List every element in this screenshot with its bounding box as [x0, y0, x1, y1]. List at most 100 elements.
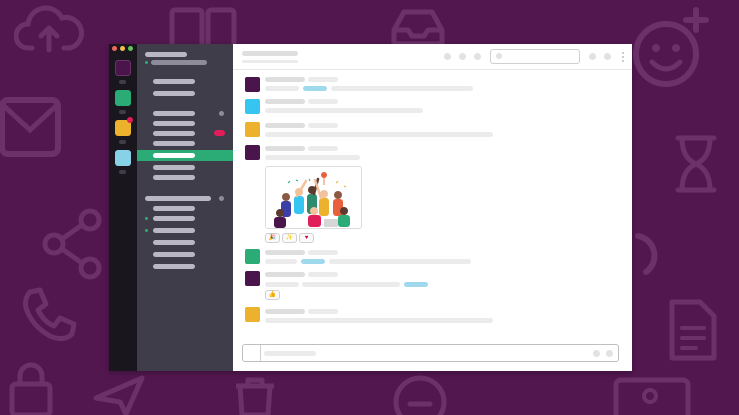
workspace-rail: [109, 44, 137, 371]
avatar[interactable]: [245, 122, 260, 137]
share-icon: [40, 208, 104, 280]
message-text: [265, 155, 360, 160]
message-timestamp: [308, 250, 338, 255]
workspace-shortcut: [119, 140, 126, 144]
minimize-window-button[interactable]: [120, 46, 125, 51]
message-timestamp: [308, 77, 338, 82]
message-input[interactable]: [264, 351, 316, 356]
mentions-icon[interactable]: [589, 53, 596, 60]
team-celebration-illustration: [266, 167, 361, 228]
composer-divider: [260, 345, 261, 361]
channel-sidebar: [137, 44, 233, 371]
active-channel-label: [153, 153, 195, 158]
sidebar-channel[interactable]: [153, 165, 195, 170]
mail-icon: [0, 94, 62, 160]
workspace-name[interactable]: [145, 52, 187, 57]
message-link[interactable]: [404, 282, 428, 287]
sidebar-channel[interactable]: [153, 111, 195, 116]
sidebar-section-direct-messages[interactable]: [145, 196, 211, 201]
mention-icon[interactable]: [593, 350, 600, 357]
more-options-icon[interactable]: [622, 52, 624, 62]
message-author[interactable]: [265, 123, 305, 128]
section-icon: [219, 196, 224, 201]
workspace-notification-badge: [127, 117, 133, 123]
cloud-upload-icon: [14, 4, 84, 56]
reaction-chip[interactable]: 🎉: [265, 233, 280, 243]
inbox-icon: [388, 8, 448, 46]
sidebar-item-mentions[interactable]: [153, 91, 195, 96]
workspace-icon-4[interactable]: [115, 150, 131, 166]
reaction-chip[interactable]: ♥: [299, 233, 314, 243]
document-icon: [668, 298, 718, 362]
unread-badge: [214, 130, 225, 136]
trash-icon: [232, 376, 278, 415]
sidebar-dm[interactable]: [153, 206, 195, 211]
image-attachment[interactable]: [265, 166, 362, 229]
sidebar-dm[interactable]: [153, 264, 195, 269]
sidebar-channel[interactable]: [153, 121, 195, 126]
hourglass-icon: [672, 134, 720, 194]
settings-icon[interactable]: [474, 53, 481, 60]
user-name: [151, 60, 207, 65]
message-timestamp: [308, 309, 338, 314]
avatar[interactable]: [245, 145, 260, 160]
avatar[interactable]: [245, 99, 260, 114]
message-composer[interactable]: [242, 344, 619, 362]
message-author[interactable]: [265, 272, 305, 277]
channel-title[interactable]: [242, 51, 298, 56]
window-controls: [112, 46, 133, 51]
avatar[interactable]: [245, 249, 260, 264]
channel-header: [233, 44, 632, 70]
message-text: [265, 132, 493, 137]
message-timestamp: [308, 99, 338, 104]
avatar[interactable]: [245, 307, 260, 322]
message-author[interactable]: [265, 309, 305, 314]
attach-icon[interactable]: [248, 350, 255, 357]
message-author[interactable]: [265, 146, 305, 151]
close-window-button[interactable]: [112, 46, 117, 51]
workspace-icon-2[interactable]: [115, 90, 131, 106]
main-pane: 🎉 ✨ ♥ 👍: [233, 44, 632, 371]
message-author[interactable]: [265, 99, 305, 104]
reaction-chip[interactable]: ✨: [282, 233, 297, 243]
sidebar-channel[interactable]: [153, 141, 195, 146]
maximize-window-button[interactable]: [128, 46, 133, 51]
promo-background: { "colors": { "background": "#52174f", "…: [0, 0, 739, 415]
message-link[interactable]: [303, 86, 327, 91]
workspace-shortcut: [119, 80, 126, 84]
presence-indicator: [145, 229, 148, 232]
sidebar-dm[interactable]: [153, 252, 195, 257]
reaction-chip[interactable]: 👍: [265, 290, 280, 300]
message-text: [329, 259, 471, 264]
message-text: [265, 86, 299, 91]
search-input[interactable]: [490, 49, 580, 64]
emoji-picker-icon[interactable]: [606, 350, 613, 357]
avatar[interactable]: [245, 271, 260, 286]
sidebar-channel[interactable]: [153, 131, 195, 136]
workspace-shortcut: [119, 170, 126, 174]
clipboard-icon: [168, 6, 238, 46]
emoji-icon: [392, 374, 448, 415]
workspace-shortcut: [119, 110, 126, 114]
message-text: [265, 108, 423, 113]
app-window: 🎉 ✨ ♥ 👍: [109, 44, 632, 371]
sidebar-dm[interactable]: [153, 228, 195, 233]
starred-icon[interactable]: [604, 53, 611, 60]
emoji-add-icon: [632, 4, 712, 90]
sidebar-dm[interactable]: [153, 240, 195, 245]
workspace-icon-1[interactable]: [115, 60, 131, 76]
lock-icon: [6, 362, 56, 415]
sidebar-dm[interactable]: [153, 216, 195, 221]
channel-status-icon: [219, 111, 224, 116]
send-icon: [92, 372, 146, 415]
message-author[interactable]: [265, 250, 305, 255]
message-timestamp: [308, 272, 338, 277]
info-icon[interactable]: [459, 53, 466, 60]
message-text: [302, 282, 400, 287]
avatar[interactable]: [245, 77, 260, 92]
message-author[interactable]: [265, 77, 305, 82]
sidebar-item-threads[interactable]: [153, 79, 195, 84]
call-icon[interactable]: [444, 53, 451, 60]
message-link[interactable]: [301, 259, 325, 264]
sidebar-channel[interactable]: [153, 175, 195, 180]
